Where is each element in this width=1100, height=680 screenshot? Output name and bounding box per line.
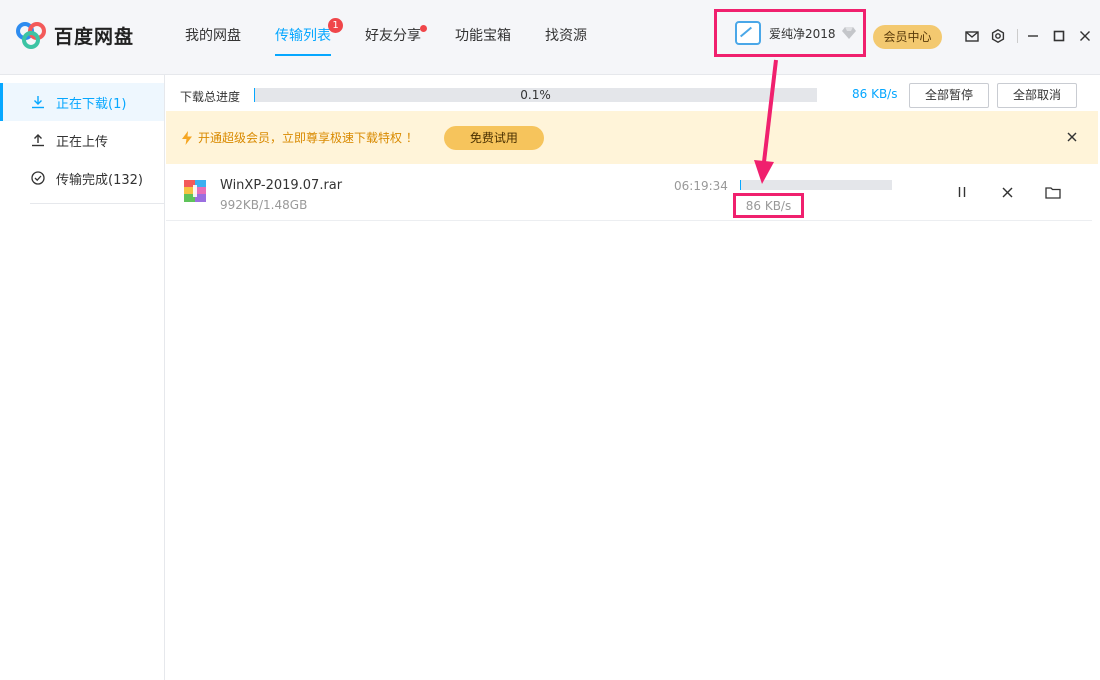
total-speed: 86 KB/s bbox=[852, 87, 898, 101]
nav-find-resources[interactable]: 找资源 bbox=[545, 26, 587, 46]
lightning-icon bbox=[182, 130, 192, 145]
sidebar-item-label: 正在下载(1) bbox=[56, 96, 127, 112]
divider bbox=[30, 203, 164, 204]
pause-all-button[interactable]: 全部暂停 bbox=[909, 83, 989, 108]
minimize-icon[interactable] bbox=[1024, 27, 1042, 45]
maximize-icon[interactable] bbox=[1050, 27, 1068, 45]
total-progress-percent: 0.1% bbox=[520, 88, 551, 102]
username: 爱纯净2018 bbox=[769, 26, 836, 41]
diamond-icon bbox=[841, 27, 856, 39]
nav-transfer-list[interactable]: 传输列表 1 bbox=[275, 18, 343, 56]
nav-label: 我的网盘 bbox=[185, 28, 241, 44]
main-nav: 我的网盘 传输列表 1 好友分享 功能宝箱 找资源 bbox=[185, 18, 621, 56]
rar-file-icon bbox=[184, 180, 206, 202]
user-profile[interactable]: 爱纯净2018 bbox=[714, 9, 866, 57]
file-progress-bar bbox=[740, 180, 892, 190]
file-name: WinXP-2019.07.rar bbox=[220, 178, 343, 193]
download-icon bbox=[30, 94, 46, 110]
nav-toolbox[interactable]: 功能宝箱 bbox=[455, 26, 511, 46]
sidebar-item-label: 传输完成(132) bbox=[56, 172, 143, 188]
nav-label: 找资源 bbox=[545, 28, 587, 44]
pause-icon[interactable] bbox=[953, 183, 971, 201]
upload-icon bbox=[30, 132, 46, 148]
check-circle-icon bbox=[30, 170, 46, 186]
app-name: 百度网盘 bbox=[54, 25, 135, 48]
nav-label: 传输列表 bbox=[275, 28, 331, 44]
nav-my-drive[interactable]: 我的网盘 bbox=[185, 26, 241, 46]
title-bar: 百度网盘 我的网盘 传输列表 1 好友分享 功能宝箱 找资源 爱纯净2018 会… bbox=[0, 0, 1100, 75]
sidebar-item-completed[interactable]: 传输完成(132) bbox=[0, 159, 164, 197]
sidebar-item-downloading[interactable]: 正在下载(1) bbox=[0, 83, 164, 121]
nav-label: 功能宝箱 bbox=[455, 28, 511, 44]
cloud-logo-icon bbox=[16, 22, 46, 49]
file-speed: 86 KB/s bbox=[733, 193, 804, 218]
transfer-panel: 下载总进度 0.1% 86 KB/s 全部暂停 全部取消 开通超级会员，立即尊享… bbox=[166, 75, 1100, 680]
cancel-all-button[interactable]: 全部取消 bbox=[997, 83, 1077, 108]
total-progress-label: 下载总进度 bbox=[180, 89, 241, 104]
mail-icon[interactable] bbox=[963, 27, 981, 45]
settings-icon[interactable] bbox=[989, 27, 1007, 45]
vip-promo-banner: 开通超级会员，立即尊享极速下载特权 ！ 免费试用 bbox=[166, 111, 1098, 164]
avatar bbox=[735, 21, 761, 45]
app-logo: 百度网盘 bbox=[14, 20, 134, 50]
window-controls bbox=[963, 27, 1100, 45]
app-window: 百度网盘 我的网盘 传输列表 1 好友分享 功能宝箱 找资源 爱纯净2018 会… bbox=[0, 0, 1100, 680]
total-progress-row: 下载总进度 0.1% 86 KB/s 全部暂停 全部取消 bbox=[166, 83, 1100, 109]
free-trial-button[interactable]: 免费试用 bbox=[443, 125, 544, 150]
nav-friend-share[interactable]: 好友分享 bbox=[365, 25, 427, 46]
close-icon[interactable] bbox=[1064, 129, 1080, 145]
promo-text: 开通超级会员，立即尊享极速下载特权 ！ bbox=[198, 131, 418, 145]
folder-icon[interactable] bbox=[1044, 183, 1062, 201]
file-speed-value: 86 KB/s bbox=[745, 198, 792, 213]
time-remaining: 06:19:34 bbox=[674, 179, 728, 193]
download-row[interactable]: WinXP-2019.07.rar 992KB/1.48GB 06:19:34 … bbox=[166, 165, 1092, 221]
sidebar-item-label: 正在上传 bbox=[56, 134, 109, 150]
vip-center-button[interactable]: 会员中心 bbox=[873, 25, 942, 49]
nav-label: 好友分享 bbox=[365, 28, 421, 44]
notification-badge: 1 bbox=[328, 18, 343, 33]
cancel-icon[interactable] bbox=[998, 183, 1016, 201]
notification-dot bbox=[420, 25, 427, 32]
total-progress-bar: 0.1% bbox=[254, 88, 817, 102]
sidebar: 正在下载(1) 正在上传 传输完成(132) bbox=[0, 75, 165, 680]
file-size: 992KB/1.48GB bbox=[220, 198, 308, 212]
close-icon[interactable] bbox=[1076, 27, 1094, 45]
divider bbox=[1017, 29, 1018, 43]
sidebar-item-uploading[interactable]: 正在上传 bbox=[0, 121, 164, 159]
total-progress-fill bbox=[254, 88, 255, 102]
